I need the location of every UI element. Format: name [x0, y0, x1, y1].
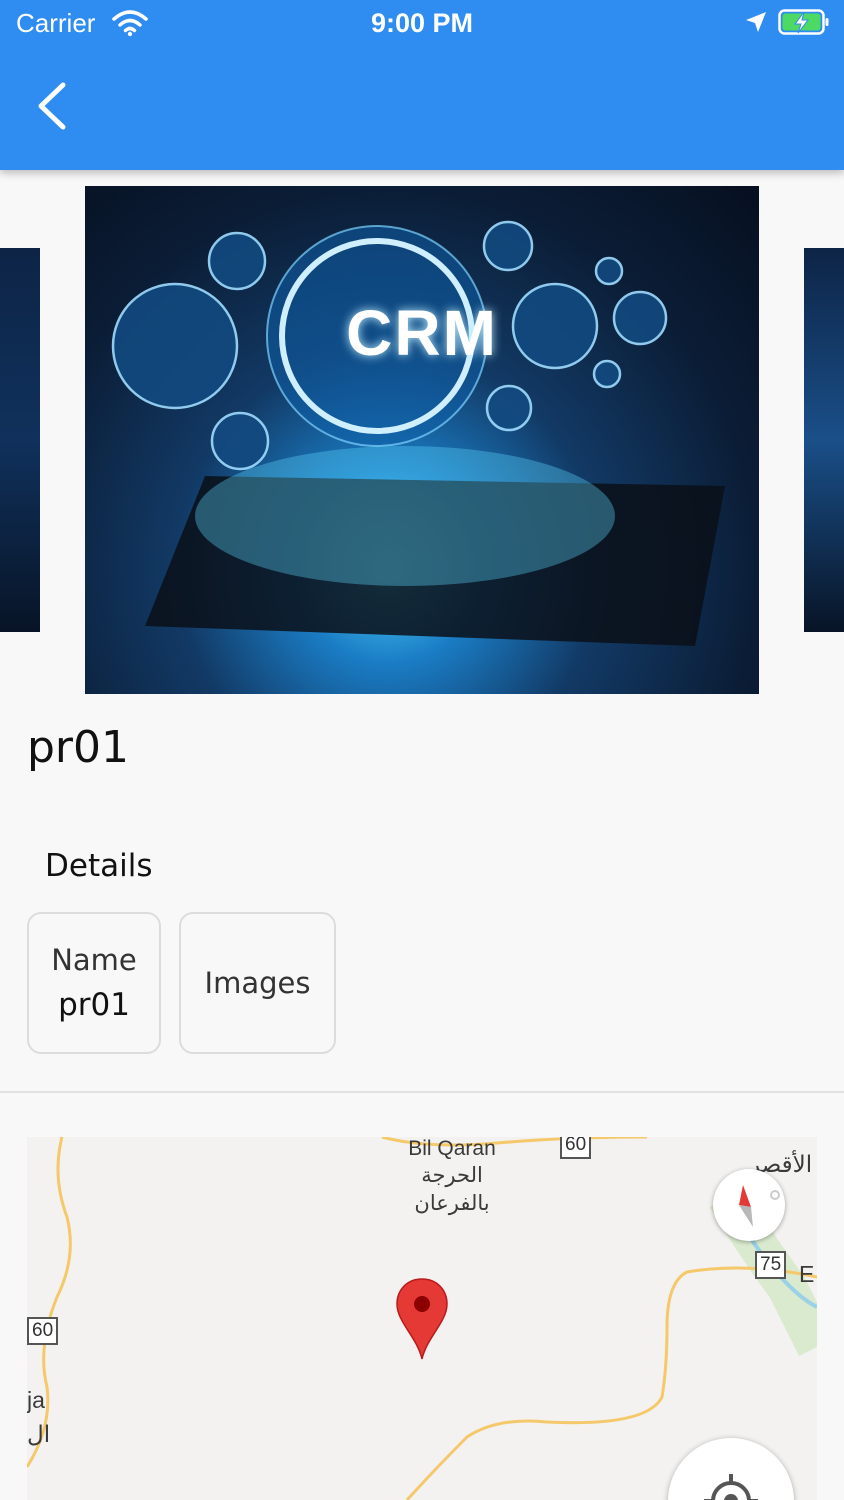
crm-illustration [111, 220, 725, 646]
detail-card-images[interactable]: Images [179, 912, 336, 1054]
detail-card-value: pr01 [58, 987, 130, 1023]
carousel-next-slide[interactable] [804, 248, 844, 632]
battery-charging-icon [778, 8, 830, 40]
map-label-edge: E [799, 1261, 815, 1287]
map-label-town: Bil Qaran [408, 1137, 496, 1160]
map-label-edge: ja [27, 1387, 45, 1413]
map-view[interactable]: Bil Qaran الحرجة بالفرعان الأقصر E ja ال… [27, 1137, 817, 1500]
road-shield: 60 [560, 1137, 592, 1159]
section-divider [0, 1091, 844, 1093]
my-location-button[interactable] [668, 1438, 794, 1500]
product-title: pr01 [27, 722, 130, 773]
map-label-edge: ال [27, 1421, 51, 1447]
detail-card-name[interactable]: Name pr01 [27, 912, 161, 1054]
road-shield: 60 [27, 1317, 59, 1345]
carousel-prev-slide[interactable] [0, 248, 40, 632]
road-shield: 75 [755, 1251, 787, 1279]
carousel-current-image[interactable]: CRM [85, 186, 759, 694]
chevron-left-icon [35, 82, 69, 134]
status-time: 9:00 PM [370, 8, 474, 38]
map-label-town-arabic: بالفرعان [414, 1192, 490, 1215]
location-arrow-icon [744, 10, 768, 38]
crm-image-text: CRM [346, 297, 498, 369]
details-heading: Details [45, 848, 153, 884]
detail-card-label: Images [204, 966, 311, 1000]
compass-button[interactable] [713, 1169, 785, 1241]
back-button[interactable] [24, 78, 80, 138]
app-bar: Carrier 9:00 PM [0, 0, 844, 170]
detail-card-label: Name [51, 943, 137, 977]
map-label-town-arabic: الحرجة [421, 1164, 483, 1187]
status-bar: Carrier 9:00 PM [0, 0, 844, 46]
image-carousel[interactable]: CRM [0, 186, 844, 696]
